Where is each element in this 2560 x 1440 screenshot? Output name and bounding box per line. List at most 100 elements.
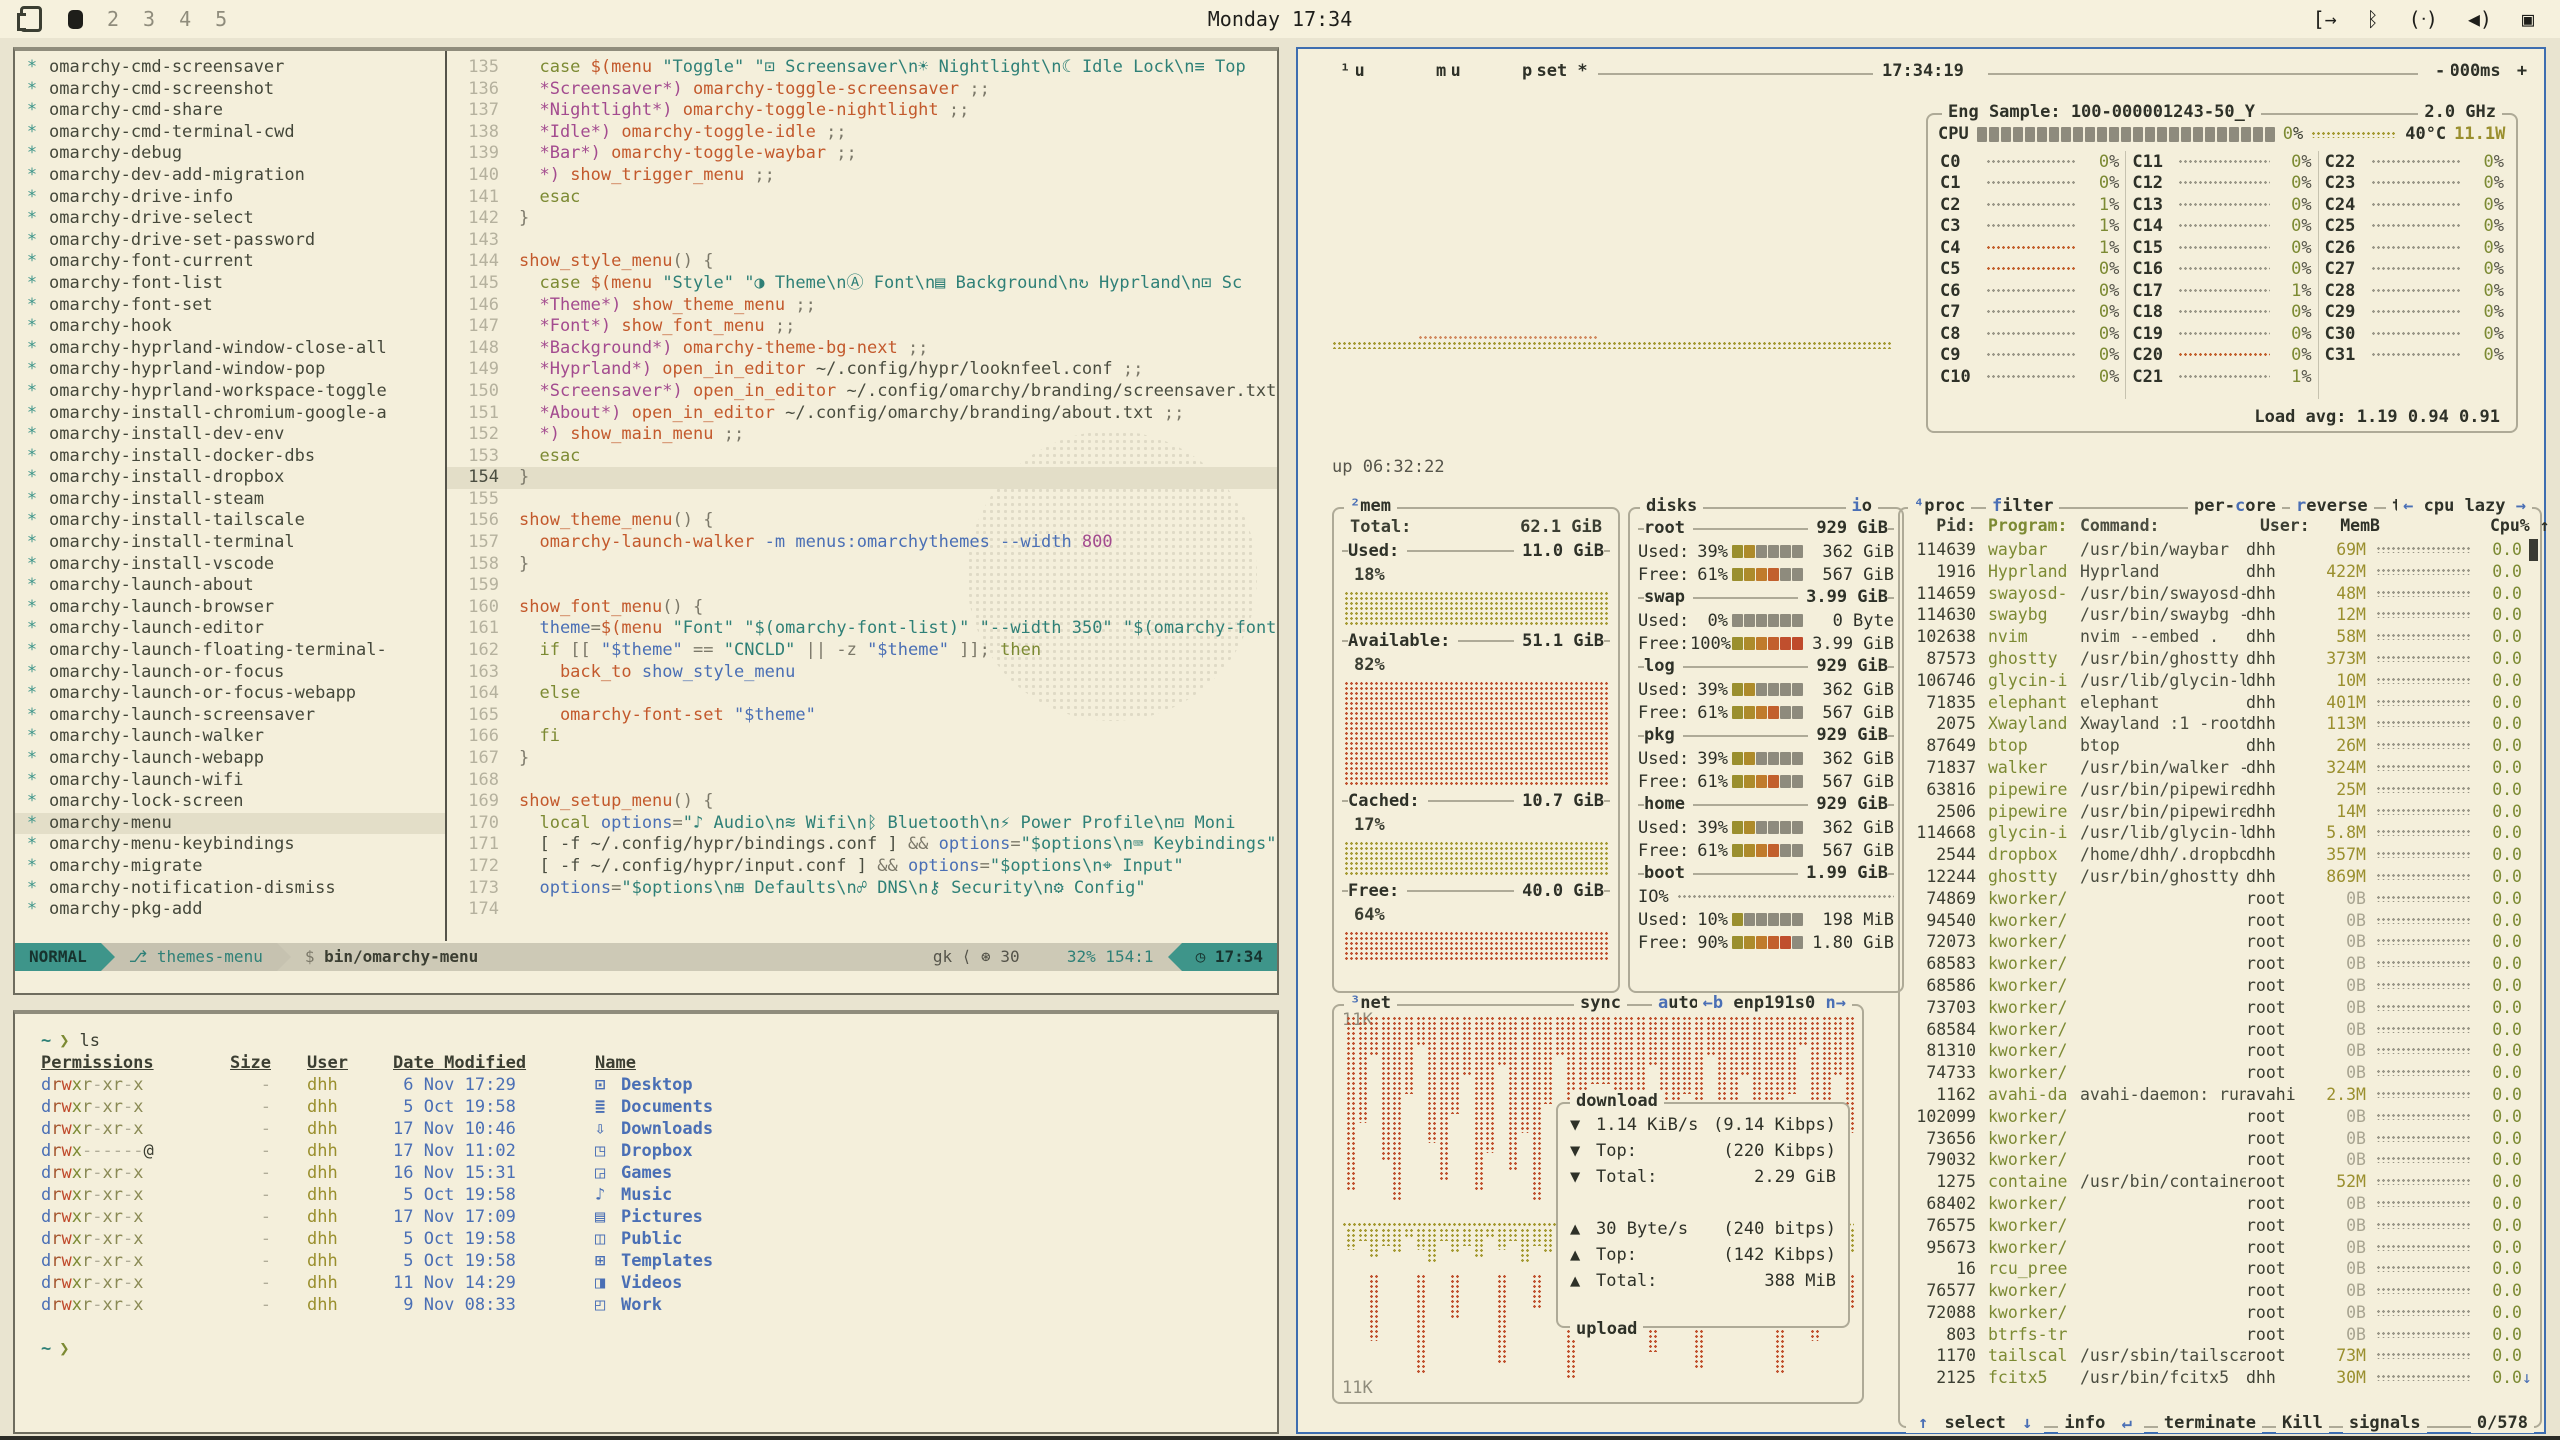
process-row[interactable]: 74869kworker/root0B0.0 xyxy=(1904,888,2536,910)
code-line[interactable]: 164 else xyxy=(447,683,1277,705)
code-line[interactable]: 166 fi xyxy=(447,726,1277,748)
process-row[interactable]: 72073kworker/root0B0.0 xyxy=(1904,931,2536,953)
proc-rows[interactable]: 114639waybar/usr/bin/waybardhh69M0.01916… xyxy=(1904,539,2536,1418)
process-row[interactable]: 79032kworker/root0B0.0 xyxy=(1904,1149,2536,1171)
per-core-button[interactable]: per-core xyxy=(2188,496,2282,516)
ls-name[interactable]: ◳Dropbox xyxy=(567,1140,693,1162)
ls-name[interactable]: ◲Games xyxy=(567,1162,672,1184)
process-row[interactable]: 87649btopbtopdhh26M0.0 xyxy=(1904,735,2536,757)
process-row[interactable]: 2506pipewire/usr/bin/pipewire-pulsedhh14… xyxy=(1904,801,2536,823)
file-list-item[interactable]: *omarchy-hook xyxy=(15,316,445,338)
code-line[interactable]: 168 xyxy=(447,770,1277,792)
code-line[interactable]: 153 esac xyxy=(447,446,1277,468)
code-line[interactable]: 159 xyxy=(447,575,1277,597)
file-list-item[interactable]: *omarchy-install-chromium-google-a xyxy=(15,403,445,425)
process-row[interactable]: 114639waybar/usr/bin/waybardhh69M0.0 xyxy=(1904,539,2536,561)
code-line[interactable]: 171 [ -f ~/.config/hypr/bindings.conf ] … xyxy=(447,834,1277,856)
code-line[interactable]: 148 *Background*) omarchy-theme-bg-next … xyxy=(447,338,1277,360)
proc-footer-button[interactable]: ↑ select ↓ xyxy=(1906,1413,2044,1433)
file-list-item[interactable]: *omarchy-cmd-screensaver xyxy=(15,57,445,79)
prompt-line[interactable]: ~❯ xyxy=(41,1338,1277,1360)
file-list-item[interactable]: *omarchy-hyprland-workspace-toggle xyxy=(15,381,445,403)
file-list-item[interactable]: *omarchy-launch-or-focus-webapp xyxy=(15,683,445,705)
ls-name[interactable]: ♪Music xyxy=(567,1184,672,1206)
process-row[interactable]: 106746glycin-i/usr/lib/glycin-loadersdhh… xyxy=(1904,670,2536,692)
proc-footer-button[interactable]: terminate xyxy=(2158,1413,2262,1433)
code-line[interactable]: 143 xyxy=(447,230,1277,252)
process-row[interactable]: 68584kworker/root0B0.0 xyxy=(1904,1019,2536,1041)
file-list-item[interactable]: *omarchy-install-tailscale xyxy=(15,510,445,532)
process-row[interactable]: 74733kworker/root0B0.0 xyxy=(1904,1062,2536,1084)
file-list-item[interactable]: *omarchy-notification-dismiss xyxy=(15,878,445,900)
code-line[interactable]: 161 theme=$(menu "Font" "$(omarchy-font-… xyxy=(447,618,1277,640)
hotspot-icon[interactable]: (ᐧ) xyxy=(2409,7,2438,31)
proc-footer-button[interactable]: info ↵ xyxy=(2058,1413,2143,1433)
process-row[interactable]: 102099kworker/root0B0.0 xyxy=(1904,1106,2536,1128)
code-line[interactable]: 137 *Nightlight*) omarchy-toggle-nightli… xyxy=(447,100,1277,122)
file-list-item[interactable]: *omarchy-font-set xyxy=(15,295,445,317)
tab-cpu[interactable]: ¹cpu xyxy=(1328,61,1371,81)
process-row[interactable]: 68586kworker/root0B0.0 xyxy=(1904,975,2536,997)
file-list-item[interactable]: *omarchy-launch-floating-terminal- xyxy=(15,640,445,662)
menu-button[interactable]: menu xyxy=(1424,61,1467,81)
code-line[interactable]: 163 back_to show_style_menu xyxy=(447,662,1277,684)
code-line[interactable]: 149 *Hyprland*) open_in_editor ~/.config… xyxy=(447,359,1277,381)
process-row[interactable]: 16rcu_preeroot0B0.0 xyxy=(1904,1258,2536,1280)
code-line[interactable]: 147 *Font*) show_font_menu ;; xyxy=(447,316,1277,338)
process-row[interactable]: 12244ghostty/usr/bin/ghostty --gtk-dhh86… xyxy=(1904,866,2536,888)
process-row[interactable]: 76575kworker/root0B0.0 xyxy=(1904,1215,2536,1237)
file-list-item[interactable]: *omarchy-launch-or-focus xyxy=(15,662,445,684)
proc-scrollbar[interactable] xyxy=(2529,539,2538,561)
code-line[interactable]: 146 *Theme*) show_theme_menu ;; xyxy=(447,295,1277,317)
code-line[interactable]: 144show_style_menu() { xyxy=(447,251,1277,273)
code-line[interactable]: 162 if [[ "$theme" == "CNCLD" || -z "$th… xyxy=(447,640,1277,662)
terminal-window[interactable]: ~❯lsPermissionsSizeUserDate ModifiedName… xyxy=(13,1010,1279,1434)
code-line[interactable]: 169show_setup_menu() { xyxy=(447,791,1277,813)
process-row[interactable]: 2544dropbox/home/dhh/.dropbox-distdhh357… xyxy=(1904,844,2536,866)
file-list-item[interactable]: *omarchy-migrate xyxy=(15,856,445,878)
file-list-item[interactable]: *omarchy-launch-walker xyxy=(15,726,445,748)
code-line[interactable]: 154} xyxy=(447,467,1277,489)
file-list-item[interactable]: *omarchy-hyprland-window-pop xyxy=(15,359,445,381)
code-line[interactable]: 157 omarchy-launch-walker -m menus:omarc… xyxy=(447,532,1277,554)
file-list-item[interactable]: *omarchy-dev-add-migration xyxy=(15,165,445,187)
code-line[interactable]: 150 *Screensaver*) open_in_editor ~/.con… xyxy=(447,381,1277,403)
refresh-interval[interactable]: - 2000ms + xyxy=(2423,61,2517,81)
process-row[interactable]: 94540kworker/root0B0.0 xyxy=(1904,910,2536,932)
process-row[interactable]: 63816pipewire/usr/bin/pipewiredhh25M0.0 xyxy=(1904,779,2536,801)
code-line[interactable]: 174 xyxy=(447,899,1277,921)
process-row[interactable]: 2075XwaylandXwayland :1 -rootless -dhh11… xyxy=(1904,713,2536,735)
process-row[interactable]: 102638nvimnvim --embed .dhh58M0.0 xyxy=(1904,626,2536,648)
code-line[interactable]: 135 case $(menu "Toggle" "⊡ Screensaver\… xyxy=(447,57,1277,79)
code-line[interactable]: 141 esac xyxy=(447,187,1277,209)
preset-button[interactable]: preset * xyxy=(1510,61,1594,81)
ls-name[interactable]: ◰Work xyxy=(567,1294,662,1316)
file-list-item[interactable]: *omarchy-launch-about xyxy=(15,575,445,597)
ls-name[interactable]: ▤Pictures xyxy=(567,1206,703,1228)
volume-icon[interactable]: ◀) xyxy=(2468,7,2492,31)
file-list-item[interactable]: *omarchy-menu xyxy=(15,813,445,835)
code-line[interactable]: 160show_font_menu() { xyxy=(447,597,1277,619)
code-line[interactable]: 136 *Screensaver*) omarchy-toggle-screen… xyxy=(447,79,1277,101)
code-line[interactable]: 156show_theme_menu() { xyxy=(447,510,1277,532)
process-row[interactable]: 95673kworker/root0B0.0 xyxy=(1904,1237,2536,1259)
file-list-item[interactable]: *omarchy-menu-keybindings xyxy=(15,834,445,856)
ls-name[interactable]: ⊞Templates xyxy=(567,1250,713,1272)
process-row[interactable]: 87573ghostty/usr/bin/ghostty --gtk-dhh37… xyxy=(1904,648,2536,670)
reverse-button[interactable]: reverse xyxy=(2290,496,2374,516)
cpu-lazy-nav[interactable]: ← cpu lazy → xyxy=(2397,496,2532,516)
file-list[interactable]: *omarchy-cmd-screensaver*omarchy-cmd-scr… xyxy=(15,57,445,937)
code-line[interactable]: 145 case $(menu "Style" "◑ Theme\nⒶ Font… xyxy=(447,273,1277,295)
bluetooth-icon[interactable]: ᛒ xyxy=(2367,7,2379,31)
code-line[interactable]: 152 *) show_main_menu ;; xyxy=(447,424,1277,446)
file-list-item[interactable]: *omarchy-launch-screensaver xyxy=(15,705,445,727)
ls-name[interactable]: ⇩Downloads xyxy=(567,1118,713,1140)
process-row[interactable]: 76577kworker/root0B0.0 xyxy=(1904,1280,2536,1302)
file-list-item[interactable]: *omarchy-install-docker-dbs xyxy=(15,446,445,468)
code-line[interactable]: 151 *About*) open_in_editor ~/.config/om… xyxy=(447,403,1277,425)
ls-name[interactable]: ◫Public xyxy=(567,1228,682,1250)
code-line[interactable]: 139 *Bar*) omarchy-toggle-waybar ;; xyxy=(447,143,1277,165)
file-list-item[interactable]: *omarchy-launch-editor xyxy=(15,618,445,640)
file-list-item[interactable]: *omarchy-cmd-share xyxy=(15,100,445,122)
process-row[interactable]: 81310kworker/root0B0.0 xyxy=(1904,1040,2536,1062)
